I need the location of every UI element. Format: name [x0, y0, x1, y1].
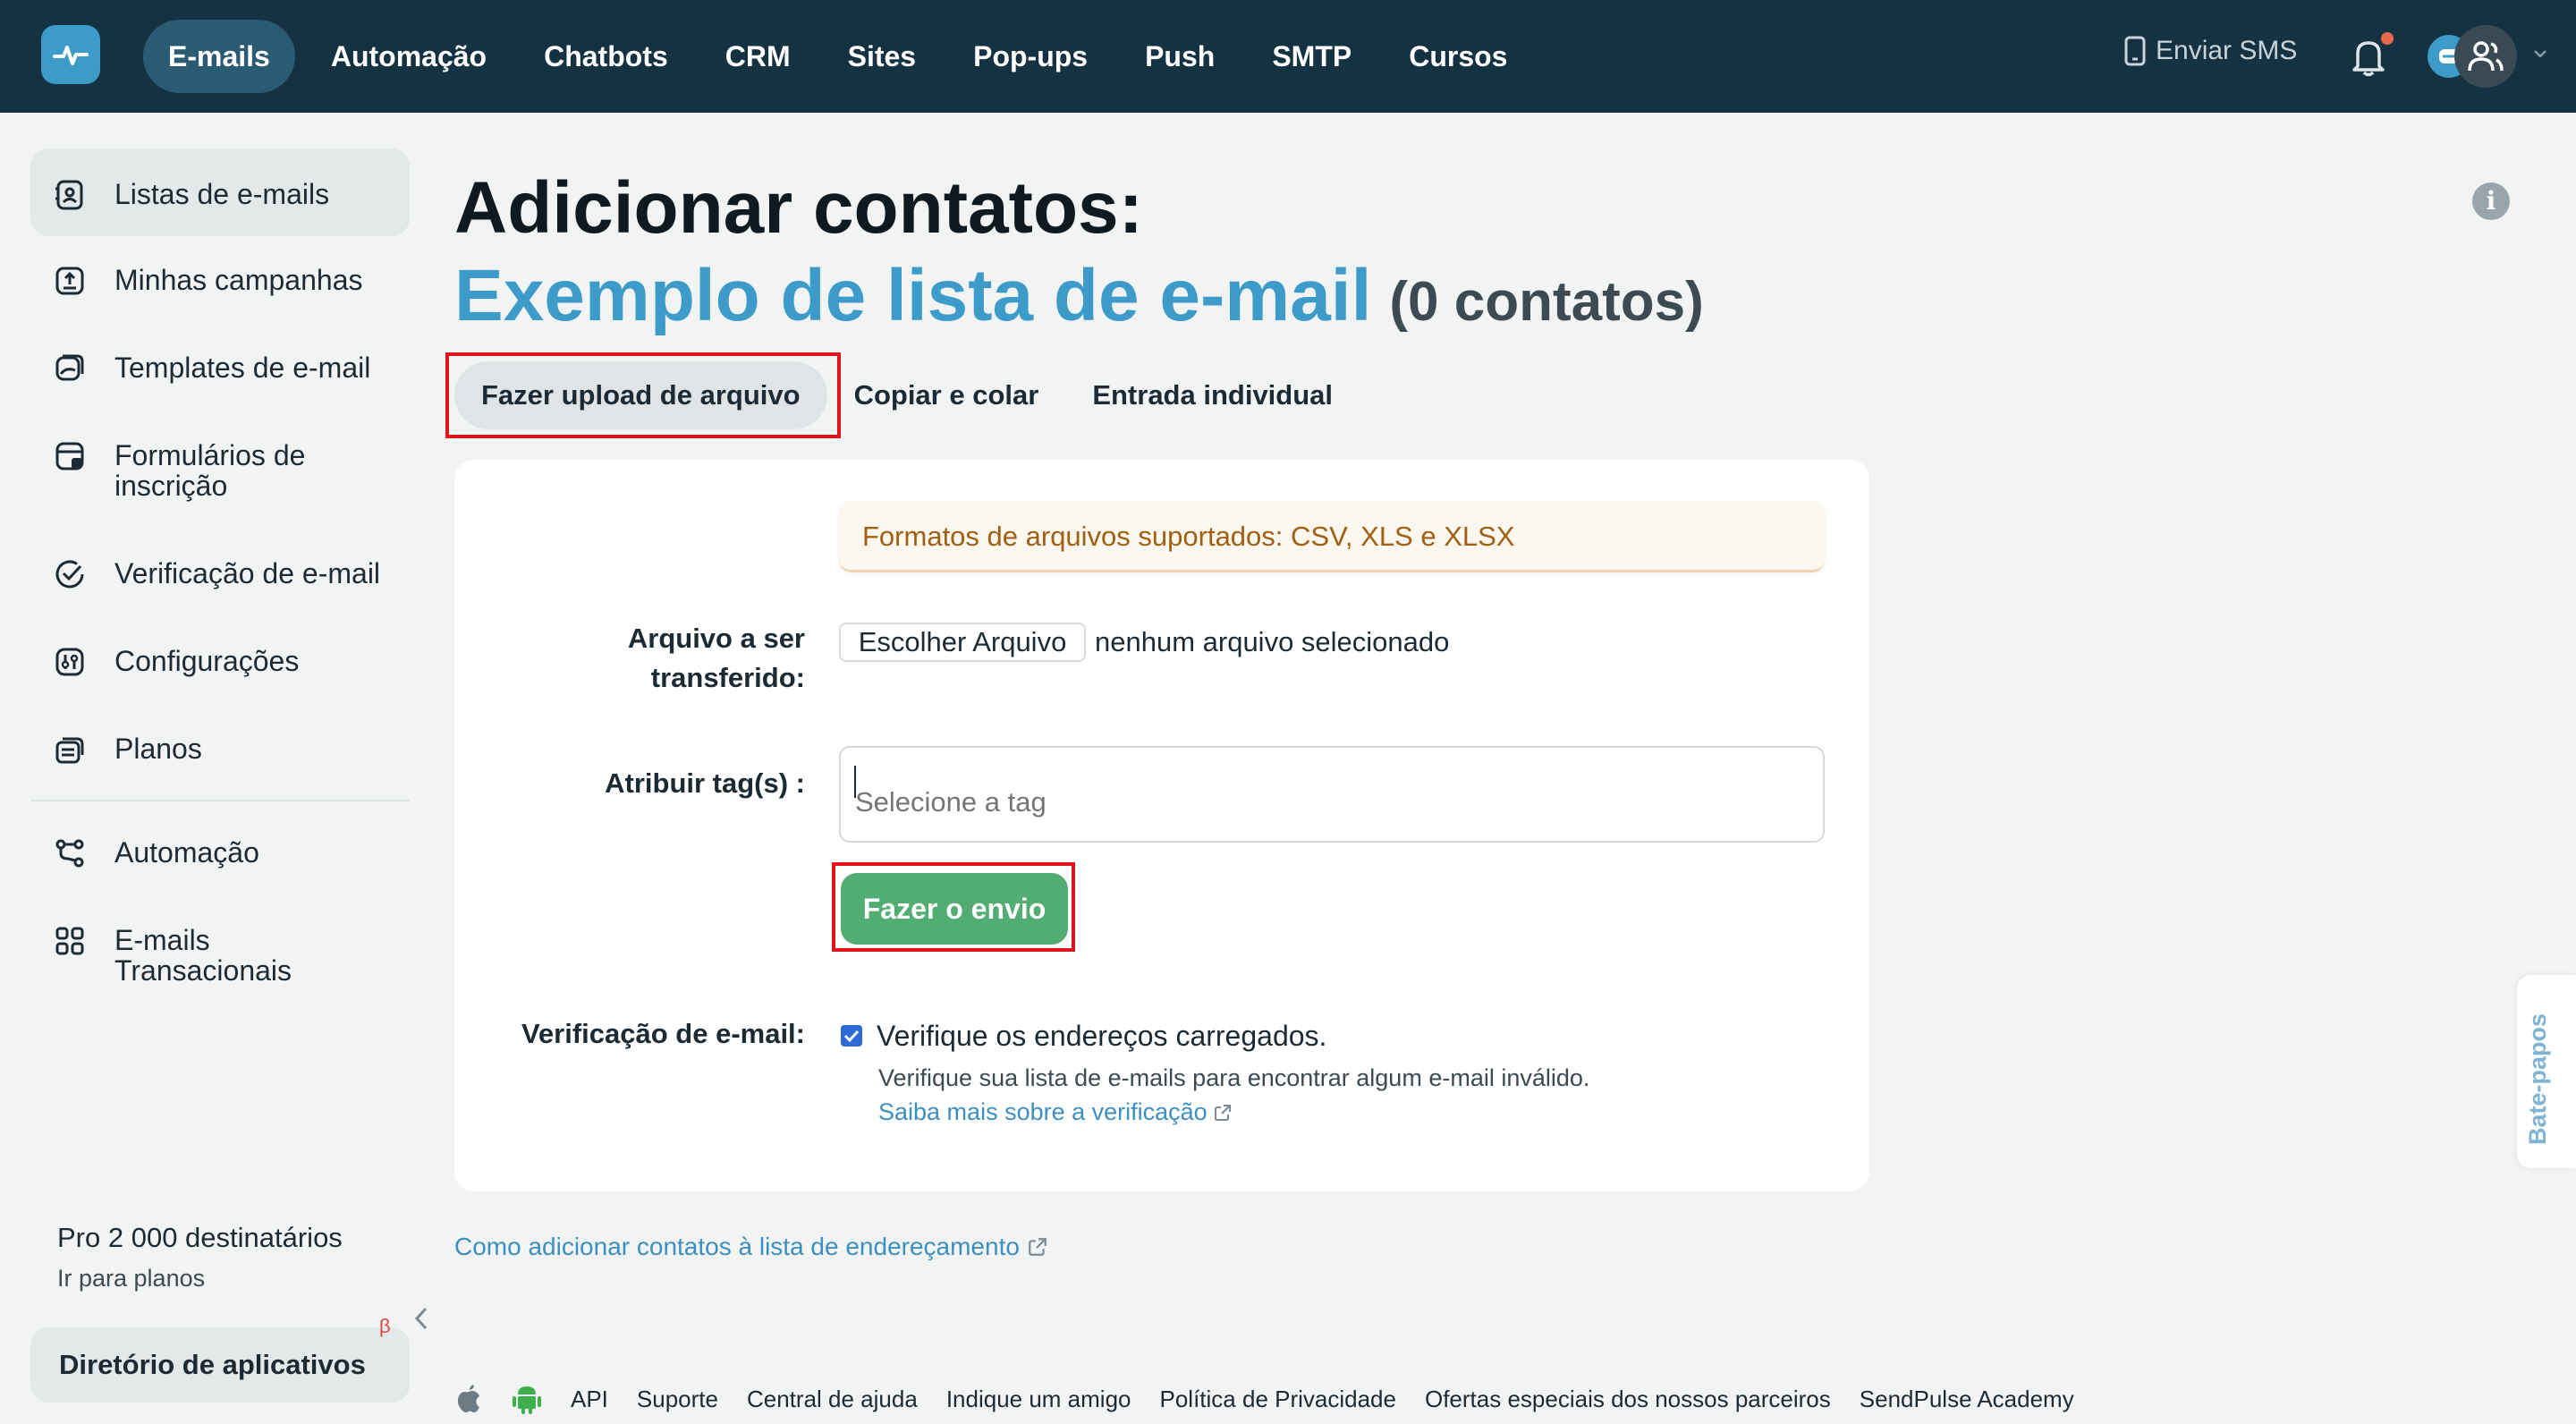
verify-checkbox-label[interactable]: Verifique os endereços carregados. — [877, 1016, 1326, 1055]
send-sms-label: Enviar SMS — [2156, 36, 2298, 65]
phone-icon — [2124, 36, 2146, 66]
sidebar-item-plans[interactable]: Planos — [30, 732, 410, 785]
sidebar-divider — [30, 800, 410, 801]
footer-link-refer-friend[interactable]: Indique um amigo — [946, 1386, 1131, 1413]
page-title: Adicionar contatos: — [454, 167, 1143, 249]
sidebar: Listas de e-mails Minhas campanhas Templ… — [0, 113, 428, 1424]
pulse-icon — [53, 46, 89, 65]
footer: API Suporte Central de ajuda Indique um … — [454, 1377, 2103, 1420]
sidebar-item-label: E-mails Transacionais — [114, 924, 292, 987]
go-to-plans-link[interactable]: Ir para planos — [57, 1265, 205, 1293]
apple-icon[interactable] — [454, 1383, 483, 1415]
nav-courses[interactable]: Cursos — [1380, 20, 1536, 93]
template-icon — [52, 351, 88, 386]
upload-box-icon — [52, 263, 88, 299]
verify-label: Verificação de e-mail: — [521, 1018, 805, 1049]
automation-icon — [52, 835, 88, 871]
how-to-add-contacts-link[interactable]: Como adicionar contatos à lista de ender… — [454, 1233, 1048, 1261]
collapse-sidebar-icon[interactable] — [413, 1301, 429, 1341]
sidebar-item-label: Formulários de inscrição — [114, 439, 306, 502]
app-directory-button[interactable]: Diretório de aplicativos β — [30, 1315, 410, 1403]
sidebar-item-forms[interactable]: Formulários de inscrição — [30, 438, 410, 519]
highlight-box-upload-tab — [445, 352, 841, 438]
users-avatar-icon — [2454, 25, 2517, 88]
grid-icon — [52, 923, 88, 959]
notification-badge — [2381, 32, 2394, 45]
how-link-label: Como adicionar contatos à lista de ender… — [454, 1233, 1020, 1260]
plan-name: Pro 2 000 destinatários — [57, 1222, 343, 1253]
contacts-list-icon — [52, 177, 88, 213]
sidebar-item-label: Planos — [114, 733, 202, 765]
file-label-line-2: transferido: — [650, 662, 805, 693]
external-link-icon — [1214, 1104, 1231, 1121]
footer-link-partner-offers[interactable]: Ofertas especiais dos nossos parceiros — [1425, 1386, 1831, 1413]
tab-individual-entry[interactable]: Entrada individual — [1065, 361, 1360, 429]
chats-tab-label: Bate-papos — [2524, 1013, 2551, 1145]
sidebar-item-templates[interactable]: Templates de e-mail — [30, 351, 410, 404]
file-label-line-1: Arquivo a ser — [627, 623, 805, 654]
nav-sites[interactable]: Sites — [819, 20, 945, 93]
choose-file-button[interactable]: Escolher Arquivo — [839, 623, 1086, 662]
nav-crm[interactable]: CRM — [697, 20, 819, 93]
form-icon — [52, 438, 88, 474]
info-icon[interactable]: i — [2472, 182, 2510, 220]
contact-count: (0 contatos) — [1389, 271, 1704, 333]
footer-link-privacy[interactable]: Política de Privacidade — [1160, 1386, 1396, 1413]
sidebar-item-label: Automação — [114, 836, 259, 869]
send-sms-button[interactable]: Enviar SMS — [2123, 36, 2297, 66]
nav-emails[interactable]: E-mails — [143, 20, 295, 93]
settings-sliders-icon — [52, 644, 88, 680]
external-link-icon — [1029, 1238, 1046, 1256]
nav-chatbots[interactable]: Chatbots — [515, 20, 697, 93]
sidebar-item-automation[interactable]: Automação — [30, 835, 410, 889]
main-nav: E-mails Automação Chatbots CRM Sites Pop… — [143, 20, 1536, 93]
nav-smtp[interactable]: SMTP — [1243, 20, 1380, 93]
footer-link-help-center[interactable]: Central de ajuda — [747, 1386, 918, 1413]
plans-icon — [52, 732, 88, 767]
check-circle-icon — [52, 556, 88, 592]
verify-help-text: Verifique sua lista de e-mails para enco… — [878, 1064, 1590, 1091]
checkmark-icon — [843, 1030, 860, 1043]
sidebar-item-email-lists[interactable]: Listas de e-mails — [30, 148, 410, 236]
chevron-down-icon[interactable] — [2533, 48, 2547, 59]
sidebar-item-label: Configurações — [114, 645, 300, 677]
sidebar-item-transactional[interactable]: E-mails Transacionais — [30, 923, 410, 1004]
highlight-box-submit — [832, 862, 1075, 952]
beta-badge: β — [379, 1315, 391, 1337]
verify-checkbox[interactable] — [841, 1025, 862, 1047]
tag-select-input[interactable] — [839, 746, 1825, 843]
nav-popups[interactable]: Pop-ups — [945, 20, 1116, 93]
sidebar-item-campaigns[interactable]: Minhas campanhas — [30, 263, 410, 317]
tab-copy-paste[interactable]: Copiar e colar — [827, 361, 1066, 429]
notifications-bell-icon[interactable] — [2351, 36, 2386, 77]
footer-link-academy[interactable]: SendPulse Academy — [1860, 1386, 2074, 1413]
app-directory-label: Diretório de aplicativos — [59, 1349, 366, 1380]
sidebar-item-label: Verificação de e-mail — [114, 557, 381, 589]
sidebar-item-label: Minhas campanhas — [114, 264, 363, 296]
nav-push[interactable]: Push — [1116, 20, 1243, 93]
verification-link-label: Saiba mais sobre a verificação — [878, 1098, 1208, 1125]
sendpulse-logo[interactable] — [41, 25, 100, 84]
file-status-text: nenhum arquivo selecionado — [1095, 626, 1450, 657]
tag-label: Atribuir tag(s) : — [605, 767, 805, 799]
text-cursor — [854, 766, 856, 798]
file-label: Arquivo a ser transferido: — [501, 619, 805, 698]
supported-formats-notice: Formatos de arquivos suportados: CSV, XL… — [839, 501, 1825, 572]
sidebar-item-email-verification[interactable]: Verificação de e-mail — [30, 556, 410, 610]
nav-automation[interactable]: Automação — [302, 20, 515, 93]
footer-link-support[interactable]: Suporte — [637, 1386, 718, 1413]
footer-link-api[interactable]: API — [571, 1386, 608, 1413]
sidebar-item-label: Templates de e-mail — [114, 352, 371, 384]
list-heading: Exemplo de lista de e-mail (0 contatos) — [454, 254, 1704, 338]
android-icon[interactable] — [512, 1382, 542, 1416]
sidebar-item-label: Listas de e-mails — [114, 178, 330, 210]
verification-learn-more-link[interactable]: Saiba mais sobre a verificação — [878, 1098, 1233, 1126]
list-name[interactable]: Exemplo de lista de e-mail — [454, 255, 1371, 336]
account-menu[interactable] — [2428, 25, 2531, 88]
sidebar-item-settings[interactable]: Configurações — [30, 644, 410, 698]
